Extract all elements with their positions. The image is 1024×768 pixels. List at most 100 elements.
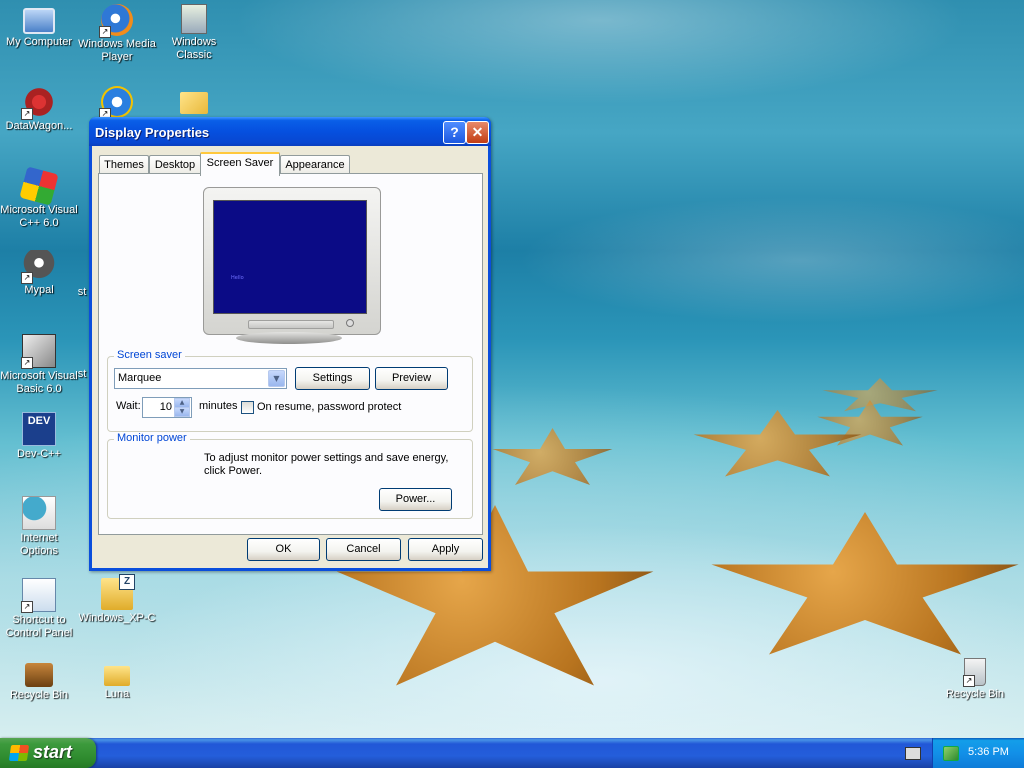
monitor-power-group: Monitor power To adjust monitor power se… (107, 432, 473, 519)
display-properties-window: Display Properties ? ✕ Themes Desktop Sc… (89, 117, 491, 571)
desktop-icon-label: Windows Media Player (78, 38, 156, 63)
windows-classic-icon (181, 4, 207, 34)
system-tray: 5:36 PM (932, 738, 1024, 768)
desktop-icon-label: Microsoft Visual Basic 6.0 (0, 370, 78, 395)
apply-button[interactable]: Apply (408, 538, 483, 561)
wait-minutes-value: 10 (159, 401, 172, 413)
desktop-icon-open-folder[interactable] (155, 86, 233, 116)
desktop-icon-internet-explorer[interactable]: ↗ (78, 86, 156, 120)
shortcut-arrow-icon: ↗ (21, 108, 33, 120)
screen-saver-panel: Hello Screen saver Marquee ▼ Settings Pr… (98, 173, 483, 535)
shortcut-arrow-icon: ↗ (21, 601, 33, 613)
desktop-icon-recycle-bin[interactable]: ↗ Recycle Bin (936, 658, 1014, 701)
desktop-icon-mypal[interactable]: ↗ Mypal (0, 250, 78, 297)
spinner-down-icon[interactable]: ▼ (174, 407, 190, 417)
monitor-stand (236, 332, 342, 344)
dev-cpp-icon: DEV (22, 412, 56, 446)
desktop-icon-label: DataWagon... (5, 120, 73, 132)
clock[interactable]: 5:36 PM (968, 746, 1009, 758)
preview-marquee-text: Hello (231, 275, 244, 281)
start-label: start (33, 742, 73, 762)
shortcut-arrow-icon: ↗ (21, 357, 33, 369)
visual-basic-icon: ↗ (21, 334, 56, 369)
taskbar: start 5:36 PM (0, 738, 1024, 768)
password-protect-label[interactable]: On resume, password protect (257, 401, 401, 413)
desktop-icon-label: Recycle Bin (945, 688, 1005, 700)
preview-button[interactable]: Preview (375, 367, 448, 390)
zip-folder-icon: Z (101, 574, 135, 610)
desktop-icon-windows-media-player[interactable]: ↗ Windows Media Player (78, 4, 156, 64)
cancel-button[interactable]: Cancel (326, 538, 401, 561)
open-folder-icon (180, 92, 208, 114)
my-computer-icon (23, 8, 55, 34)
desktop-icon-my-computer[interactable]: My Computer (0, 4, 78, 49)
screen-saver-selected-value: Marquee (118, 372, 162, 384)
control-panel-shortcut-icon: ↗ (21, 578, 56, 613)
title-bar[interactable]: Display Properties ? ✕ (89, 117, 491, 146)
visual-cpp-icon (19, 166, 59, 206)
desktop-icon-zip-folder[interactable]: Z Windows_XP-C (78, 574, 156, 625)
tab-screen-saver[interactable]: Screen Saver (200, 152, 280, 176)
internet-options-icon (22, 496, 56, 530)
shortcut-arrow-icon: ↗ (963, 675, 975, 687)
desktop-icon-label: My Computer (5, 36, 73, 48)
desktop-icon-windows-classic[interactable]: Windows Classic (155, 4, 233, 62)
window-title: Display Properties (95, 125, 210, 140)
treasure-chest-icon (25, 663, 53, 687)
power-button[interactable]: Power... (379, 488, 452, 511)
desktop-icon-label: Shortcut to Control Panel (5, 614, 73, 639)
desktop-icon-treasure-chest[interactable]: Recycle Bin (0, 658, 78, 702)
desktop-icon-visual-basic[interactable]: ↗ Microsoft Visual Basic 6.0 (0, 334, 78, 396)
desktop-icon-datawagon[interactable]: ↗ DataWagon... (0, 86, 78, 133)
internet-explorer-icon: ↗ (99, 86, 133, 120)
help-button[interactable]: ? (443, 121, 466, 144)
ok-button[interactable]: OK (247, 538, 320, 561)
mypal-icon: ↗ (21, 250, 55, 284)
tab-desktop[interactable]: Desktop (149, 155, 201, 174)
tab-appearance[interactable]: Appearance (280, 155, 350, 174)
chevron-down-icon[interactable]: ▼ (268, 370, 285, 387)
settings-button[interactable]: Settings (295, 367, 370, 390)
desktop-icon-internet-options[interactable]: Internet Options (0, 496, 78, 558)
starfish-image (822, 378, 938, 412)
close-icon: ✕ (471, 124, 484, 140)
monitor-power-led-icon (346, 319, 354, 327)
preview-screen: Hello (213, 200, 367, 314)
desktop-icon-luna[interactable]: Luna (78, 658, 156, 701)
shortcut-arrow-icon: ↗ (99, 26, 111, 38)
recycle-bin-icon: ↗ (963, 658, 986, 687)
wait-label: Wait: (116, 400, 141, 412)
keyboard-language-icon[interactable] (905, 747, 921, 760)
close-button[interactable]: ✕ (466, 121, 489, 144)
windows-logo-icon (8, 745, 30, 761)
start-button[interactable]: start (0, 738, 96, 768)
screen-saver-select[interactable]: Marquee ▼ (114, 368, 287, 389)
desktop-icon-label: Mypal (24, 284, 54, 296)
wait-minutes-spinner[interactable]: 10 ▲ ▼ (142, 397, 192, 418)
desktop-icon-label: Microsoft Visual C++ 6.0 (0, 204, 78, 229)
monitor-power-group-label: Monitor power (114, 432, 190, 444)
network-icon[interactable] (943, 746, 959, 761)
desktop-icon-dev-cpp[interactable]: DEV Dev-C++ (0, 412, 78, 461)
desktop-icon-label: Dev-C++ (16, 448, 62, 460)
desktop-icon-label: Windows Classic (171, 36, 217, 61)
starfish-image (711, 512, 1019, 655)
desktop-icon-label: Recycle Bin (9, 689, 69, 701)
folder-icon (104, 666, 130, 686)
datawagon-icon: ↗ (21, 86, 55, 120)
password-protect-checkbox[interactable] (241, 401, 254, 414)
monitor-bezel-bar (248, 320, 334, 329)
dialog-client-area: Themes Desktop Screen Saver Appearance H… (92, 146, 488, 568)
monitor-preview: Hello (203, 187, 381, 335)
shortcut-arrow-icon: ↗ (21, 272, 33, 284)
desktop-icon-control-panel[interactable]: ↗ Shortcut to Control Panel (0, 578, 78, 640)
desktop-icon-visual-cpp[interactable]: Microsoft Visual C++ 6.0 (0, 166, 78, 230)
screen-saver-group: Screen saver Marquee ▼ Settings Preview … (107, 349, 473, 432)
tab-themes[interactable]: Themes (99, 155, 149, 174)
desktop-icon-label: Windows_XP-C (78, 612, 156, 624)
help-icon: ? (450, 124, 459, 140)
screen-saver-group-label: Screen saver (114, 349, 185, 361)
minutes-label: minutes (199, 400, 238, 412)
desktop-icon-label: Luna (104, 688, 130, 700)
desktop-icon-label: Internet Options (20, 532, 58, 557)
